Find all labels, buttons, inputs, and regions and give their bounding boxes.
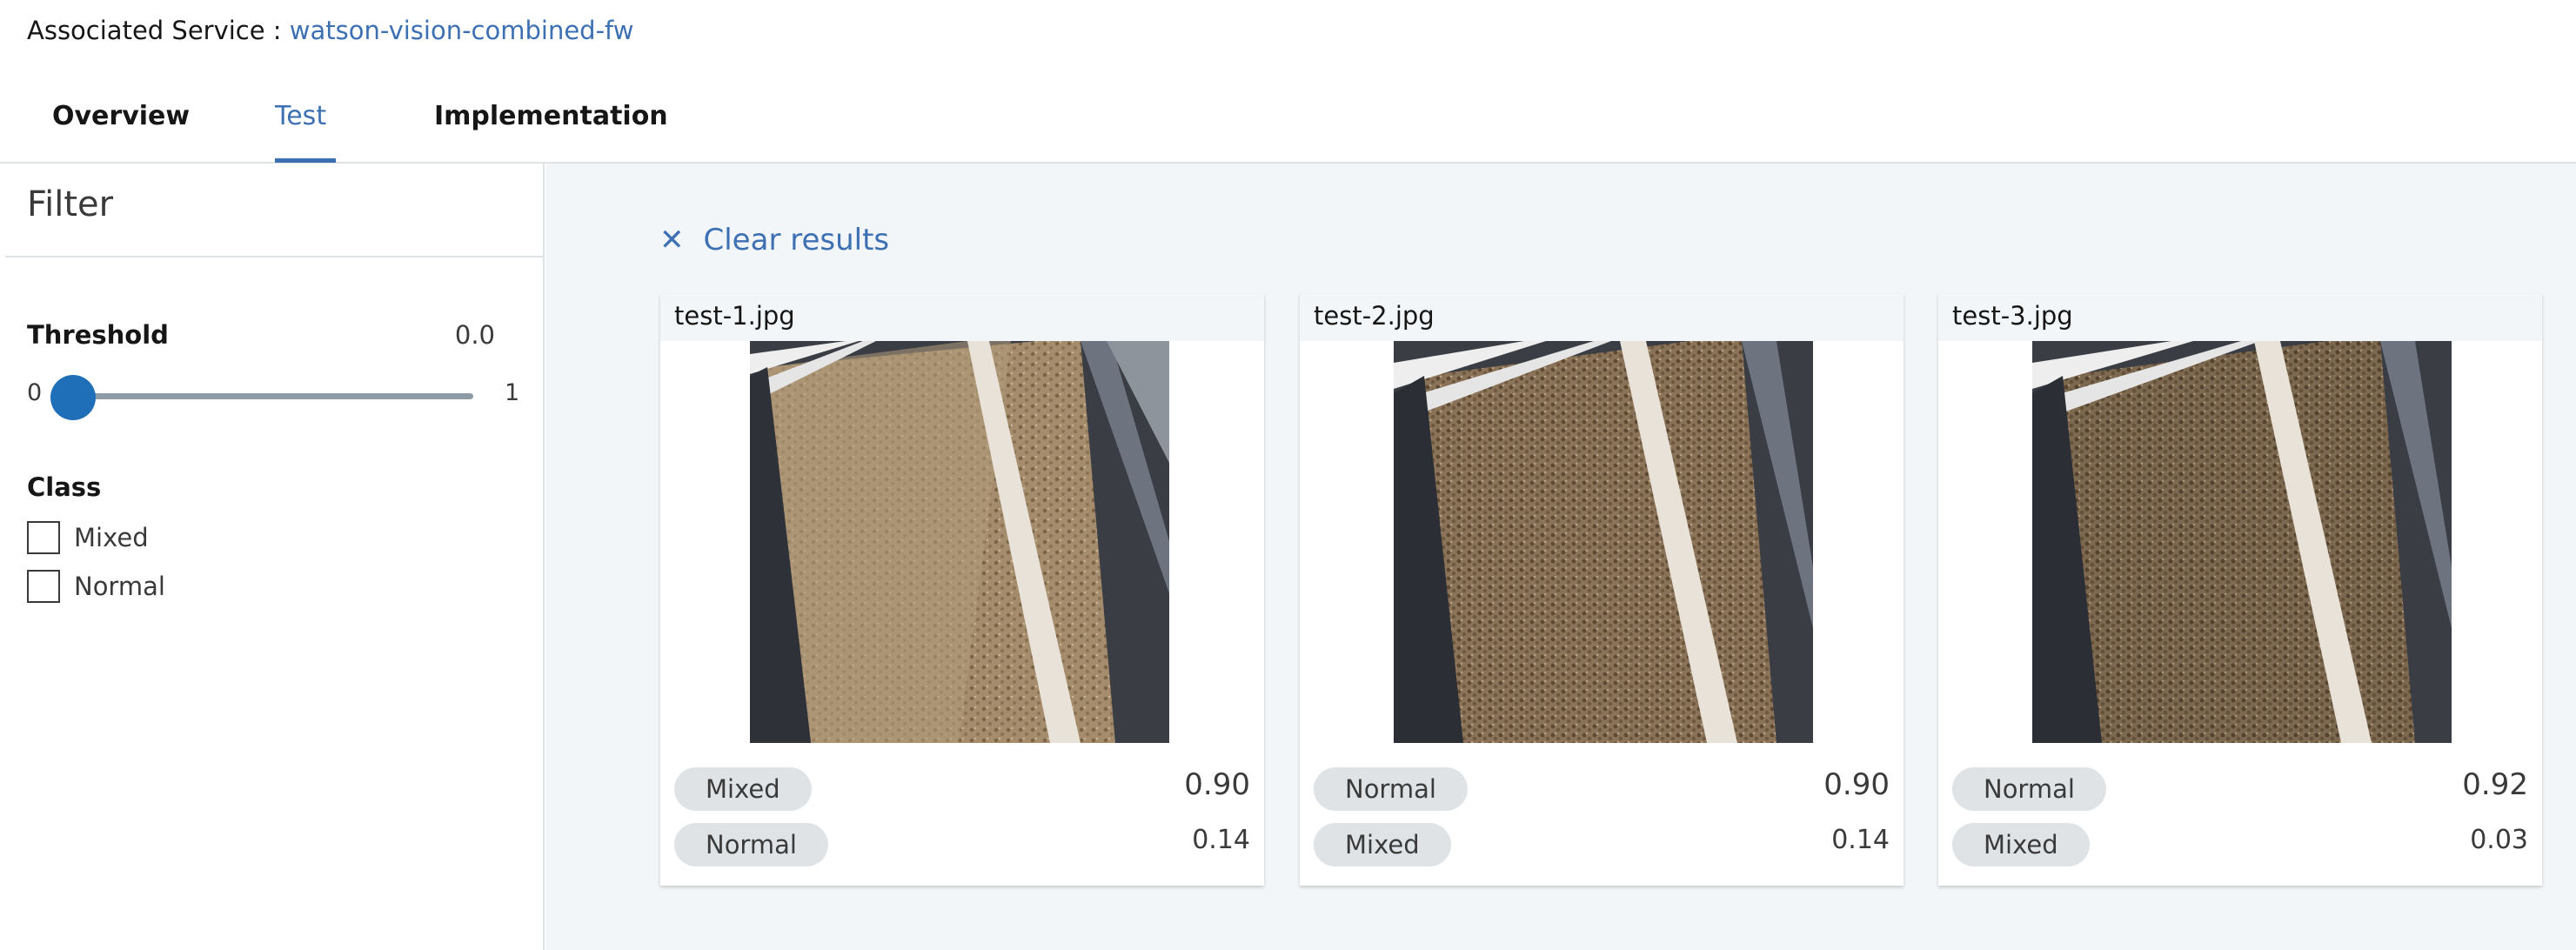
class-tag: Normal bbox=[1314, 767, 1468, 811]
clear-results-label: Clear results bbox=[703, 223, 890, 258]
result-row: Mixed 0.90 bbox=[674, 767, 1250, 813]
filter-divider bbox=[5, 256, 543, 258]
class-tag: Mixed bbox=[674, 767, 812, 811]
conveyor-photo bbox=[2032, 341, 2452, 743]
active-tab-indicator bbox=[275, 158, 336, 163]
tab-overview[interactable]: Overview bbox=[52, 101, 190, 131]
score-value: 0.14 bbox=[1192, 825, 1250, 855]
tab-implementation[interactable]: Implementation bbox=[434, 101, 668, 131]
close-icon: ✕ bbox=[659, 223, 685, 258]
score-value: 0.03 bbox=[2470, 825, 2528, 855]
associated-service-link[interactable]: watson-vision-combined-fw bbox=[290, 16, 634, 45]
class-tag: Normal bbox=[674, 823, 828, 866]
class-option-normal[interactable]: Normal bbox=[27, 569, 165, 604]
threshold-label: Threshold bbox=[27, 320, 169, 350]
result-row: Normal 0.92 bbox=[1952, 767, 2528, 813]
card-filename: test-3.jpg bbox=[1938, 294, 2542, 341]
result-row: Mixed 0.03 bbox=[1952, 823, 2528, 868]
card-filename: test-2.jpg bbox=[1300, 294, 1904, 341]
tab-bar: Overview Test Implementation bbox=[0, 87, 2576, 164]
checkbox-mixed-label: Mixed bbox=[74, 523, 149, 552]
conveyor-photo bbox=[750, 341, 1169, 743]
threshold-slider-thumb[interactable] bbox=[50, 375, 96, 420]
score-value: 0.92 bbox=[2462, 767, 2528, 802]
class-tag: Mixed bbox=[1952, 823, 2090, 866]
result-row: Normal 0.90 bbox=[1314, 767, 1890, 813]
filter-title: Filter bbox=[27, 184, 114, 224]
clear-results-button[interactable]: ✕ Clear results bbox=[659, 223, 889, 258]
checkbox-mixed[interactable] bbox=[27, 521, 60, 554]
score-value: 0.90 bbox=[1823, 767, 1890, 802]
test-image-thumbnail bbox=[750, 341, 1169, 743]
test-image-thumbnail bbox=[1394, 341, 1813, 743]
associated-service: Associated Service : watson-vision-combi… bbox=[27, 16, 633, 45]
result-row: Mixed 0.14 bbox=[1314, 823, 1890, 868]
class-option-mixed[interactable]: Mixed bbox=[27, 520, 149, 555]
result-card[interactable]: test-2.jpg Normal 0.90 Mixed 0.14 bbox=[1300, 294, 1904, 886]
class-tag: Normal bbox=[1952, 767, 2106, 811]
associated-service-label: Associated Service : bbox=[27, 16, 290, 45]
checkbox-normal[interactable] bbox=[27, 570, 60, 603]
filter-panel: Filter Threshold 0.0 0 1 Class Mixed Nor… bbox=[0, 164, 545, 950]
conveyor-photo bbox=[1394, 341, 1813, 743]
checkbox-normal-label: Normal bbox=[74, 572, 165, 601]
class-tag: Mixed bbox=[1314, 823, 1451, 866]
card-filename: test-1.jpg bbox=[660, 294, 1264, 341]
score-value: 0.90 bbox=[1184, 767, 1250, 802]
slider-max-label: 1 bbox=[505, 379, 520, 406]
results-area: ✕ Clear results test-1.jpg Mixed 0.90 No… bbox=[546, 164, 2576, 950]
class-label: Class bbox=[27, 472, 102, 502]
slider-min-label: 0 bbox=[27, 379, 43, 406]
result-card[interactable]: test-3.jpg Normal 0.92 Mixed 0.03 bbox=[1938, 294, 2542, 886]
tab-test[interactable]: Test bbox=[275, 101, 326, 131]
threshold-value: 0.0 bbox=[454, 320, 495, 350]
test-image-thumbnail bbox=[2032, 341, 2452, 743]
result-card[interactable]: test-1.jpg Mixed 0.90 Normal 0.14 bbox=[660, 294, 1264, 886]
result-row: Normal 0.14 bbox=[674, 823, 1250, 868]
threshold-slider-track[interactable] bbox=[73, 393, 473, 399]
score-value: 0.14 bbox=[1831, 825, 1890, 855]
